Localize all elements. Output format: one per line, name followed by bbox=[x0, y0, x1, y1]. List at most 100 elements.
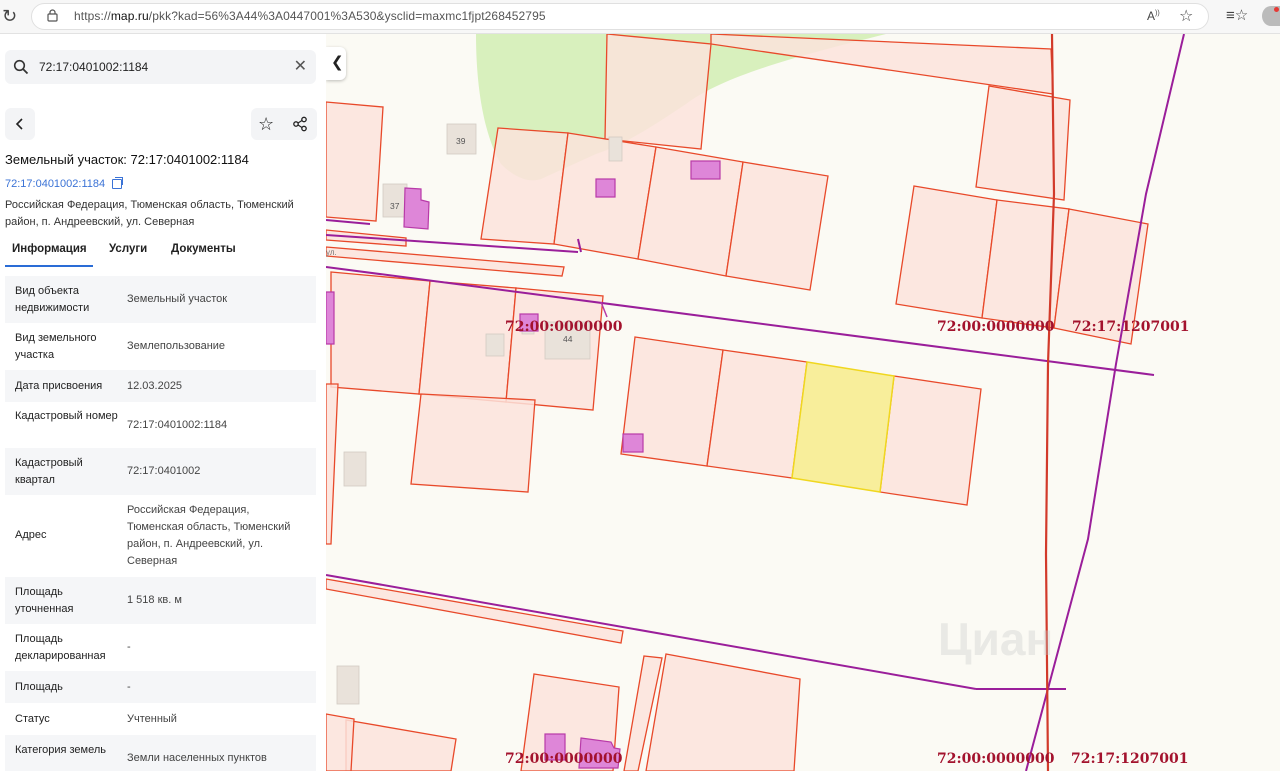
house-number: 39 bbox=[456, 136, 466, 146]
street-label: ул. bbox=[326, 248, 337, 257]
notification-dot bbox=[1274, 7, 1279, 12]
address-bar[interactable]: https://map.ru/pkk?kad=56%3A44%3A0447001… bbox=[31, 3, 1209, 30]
cadastral-map[interactable]: ❮ 39 37 44 ул. 72:00:0000000 72:00:00000… bbox=[326, 34, 1280, 771]
house-number: 37 bbox=[390, 201, 400, 211]
row-key: Вид земельного участка bbox=[15, 332, 97, 361]
object-title: Земельный участок: 72:17:0401002:1184 bbox=[5, 152, 249, 167]
parcel[interactable] bbox=[975, 85, 1071, 201]
parcel[interactable] bbox=[326, 713, 355, 771]
table-row: Адрес Российская Федерация, Тюменская об… bbox=[5, 495, 316, 577]
url-prefix: https:// bbox=[74, 9, 111, 23]
row-key: Дата присвоения bbox=[15, 380, 103, 392]
table-row: Кадастровый квартал 72:17:0401002 bbox=[5, 448, 316, 495]
profile-avatar[interactable] bbox=[1262, 6, 1280, 26]
bookmark-star-button[interactable]: ☆ bbox=[258, 114, 274, 134]
parcel[interactable] bbox=[879, 375, 982, 506]
chevron-left-icon bbox=[15, 118, 23, 130]
row-key: Площадь декларированная bbox=[15, 633, 106, 662]
row-value: 12.03.2025 bbox=[127, 380, 183, 392]
row-value: 72:17:0401002 bbox=[127, 465, 201, 477]
registered-building[interactable] bbox=[690, 160, 721, 180]
quarter-label: 72:17:1207001 bbox=[1071, 751, 1189, 767]
registered-building[interactable] bbox=[595, 178, 616, 198]
object-address: Российская Федерация, Тюменская область,… bbox=[5, 199, 294, 228]
active-tab-indicator bbox=[5, 265, 93, 267]
row-key: Площадь уточненная bbox=[15, 586, 74, 615]
row-value: - bbox=[127, 681, 131, 693]
parcel[interactable] bbox=[330, 271, 431, 395]
tab-documents[interactable]: Документы bbox=[171, 243, 236, 255]
collapse-panel-button[interactable]: ❮ bbox=[326, 47, 346, 80]
back-button[interactable] bbox=[5, 108, 35, 140]
parcel[interactable] bbox=[706, 349, 808, 479]
table-row: Вид объекта недвижимости Земельный участ… bbox=[5, 276, 316, 323]
url-text[interactable]: https://map.ru/pkk?kad=56%3A44%3A0447001… bbox=[74, 9, 546, 23]
chevron-left-icon: ❮ bbox=[331, 54, 344, 71]
table-row: Вид земельного участка Землепользование bbox=[5, 323, 316, 370]
selected-parcel[interactable] bbox=[791, 361, 895, 493]
tab-services[interactable]: Услуги bbox=[109, 243, 147, 255]
quarter-label: 72:00:0000000 bbox=[937, 751, 1055, 767]
registered-building[interactable] bbox=[403, 187, 430, 230]
search-box[interactable]: 72:17:0401002:1184 ✕ bbox=[5, 50, 316, 84]
info-panel: 72:17:0401002:1184 ✕ ☆ Земельный участок… bbox=[0, 34, 326, 771]
table-row: Категория земель Земли населенных пункто… bbox=[5, 735, 316, 771]
parcel[interactable] bbox=[326, 101, 384, 222]
table-row: Статус Учтенный bbox=[5, 703, 316, 735]
row-key: Статус bbox=[15, 713, 50, 725]
url-rest: /pkk?kad=56%3A44%3A0447001%3A530&ysclid=… bbox=[148, 9, 546, 23]
parcel[interactable] bbox=[410, 393, 536, 493]
row-key: Адрес bbox=[15, 529, 47, 541]
building bbox=[608, 136, 623, 162]
table-row: Кадастровый номер 72:17:0401002:1184 bbox=[5, 402, 316, 448]
quarter-label: 72:00:0000000 bbox=[505, 319, 623, 335]
clear-search-icon[interactable]: ✕ bbox=[294, 56, 307, 76]
row-value: Учтенный bbox=[127, 713, 177, 725]
row-value: Российская Федерация, Тюменская область,… bbox=[127, 504, 291, 567]
row-key: Категория земель bbox=[15, 744, 106, 756]
attributes-table: Вид объекта недвижимости Земельный участ… bbox=[5, 276, 316, 771]
row-value: - bbox=[127, 641, 131, 653]
parcel[interactable] bbox=[725, 161, 829, 291]
quarter-label: 72:17:1207001 bbox=[1072, 319, 1190, 335]
registered-building[interactable] bbox=[326, 291, 335, 345]
row-key: Кадастровый квартал bbox=[15, 457, 83, 486]
share-icon[interactable] bbox=[292, 116, 308, 132]
row-value: 72:17:0401002:1184 bbox=[127, 419, 228, 431]
table-row: Площадь уточненная 1 518 кв. м bbox=[5, 577, 316, 624]
quarter-label: 72:00:0000000 bbox=[505, 751, 623, 767]
quarter-label: 72:00:0000000 bbox=[937, 319, 1055, 335]
building bbox=[343, 451, 367, 487]
reload-icon[interactable]: ↻ bbox=[2, 6, 17, 26]
building bbox=[485, 333, 505, 357]
parcel[interactable] bbox=[326, 383, 339, 545]
tab-information[interactable]: Информация bbox=[12, 243, 87, 255]
row-value: Землепользование bbox=[127, 340, 226, 352]
building bbox=[336, 665, 360, 705]
parcel[interactable] bbox=[345, 719, 457, 771]
registered-building[interactable] bbox=[622, 433, 644, 453]
read-aloud-icon[interactable]: A)) bbox=[1147, 9, 1160, 23]
copy-icon[interactable] bbox=[112, 177, 123, 189]
browser-toolbar: ↻ https://map.ru/pkk?kad=56%3A44%3A04470… bbox=[0, 0, 1280, 34]
row-value: 1 518 кв. м bbox=[127, 594, 182, 606]
favorite-star-icon[interactable]: ☆ bbox=[1179, 6, 1193, 26]
favorites-list-icon[interactable]: ≡☆ bbox=[1226, 6, 1248, 24]
url-host: map.ru bbox=[110, 9, 149, 23]
search-icon bbox=[13, 59, 29, 75]
parcel[interactable] bbox=[645, 653, 801, 771]
table-row: Дата присвоения 12.03.2025 bbox=[5, 370, 316, 402]
table-row: Площадь декларированная - bbox=[5, 624, 316, 671]
row-value: Земельный участок bbox=[127, 293, 228, 305]
row-key: Вид объекта недвижимости bbox=[15, 285, 90, 314]
search-input[interactable]: 72:17:0401002:1184 bbox=[39, 60, 148, 74]
watermark-logo: Циан bbox=[938, 613, 1054, 665]
row-key: Кадастровый номер bbox=[15, 410, 118, 422]
site-info-icon[interactable] bbox=[47, 9, 58, 22]
cadastral-number-link[interactable]: 72:17:0401002:1184 bbox=[5, 178, 105, 190]
map-canvas[interactable] bbox=[326, 34, 1280, 771]
parcel[interactable] bbox=[326, 578, 624, 644]
parcel[interactable] bbox=[895, 185, 998, 319]
parcel[interactable] bbox=[604, 34, 712, 150]
row-key: Площадь bbox=[15, 681, 63, 693]
